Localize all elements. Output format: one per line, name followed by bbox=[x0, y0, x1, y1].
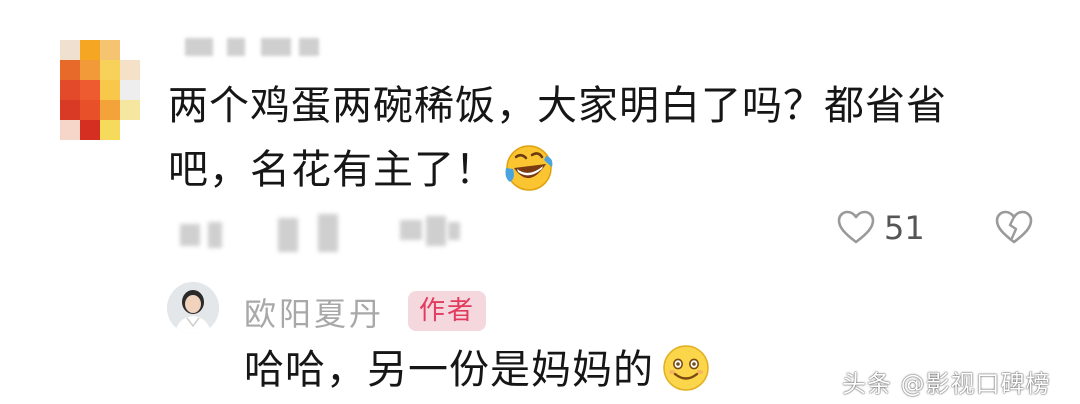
broken-heart-icon[interactable] bbox=[994, 208, 1034, 248]
like-group[interactable]: 51 bbox=[836, 205, 925, 251]
commenter-avatar[interactable] bbox=[60, 40, 160, 140]
smiling-emoji-icon bbox=[663, 345, 709, 391]
reply-body: 哈哈，另一份是妈妈的 bbox=[244, 347, 654, 393]
comment-text: 两个鸡蛋两碗稀饭，大家明白了吗？都省省吧，名花有主了！ bbox=[168, 74, 988, 202]
heart-icon[interactable] bbox=[836, 208, 876, 248]
reply-author-name[interactable]: 欧阳夏丹 bbox=[244, 289, 384, 335]
watermark: 头条 @影视口碑榜 bbox=[842, 370, 1051, 398]
comment-body: 两个鸡蛋两碗稀饭，大家明白了吗？都省省吧，名花有主了！ bbox=[168, 83, 947, 193]
person-avatar-icon bbox=[167, 282, 219, 334]
reply-text: 哈哈，另一份是妈妈的 bbox=[244, 340, 712, 400]
author-badge: 作者 bbox=[408, 291, 486, 331]
like-count: 51 bbox=[884, 209, 925, 247]
reply-author-avatar[interactable] bbox=[167, 282, 219, 334]
comment-meta-blurred bbox=[178, 214, 478, 254]
laughing-tears-emoji-icon bbox=[505, 145, 553, 191]
commenter-name-blurred[interactable] bbox=[175, 38, 325, 58]
